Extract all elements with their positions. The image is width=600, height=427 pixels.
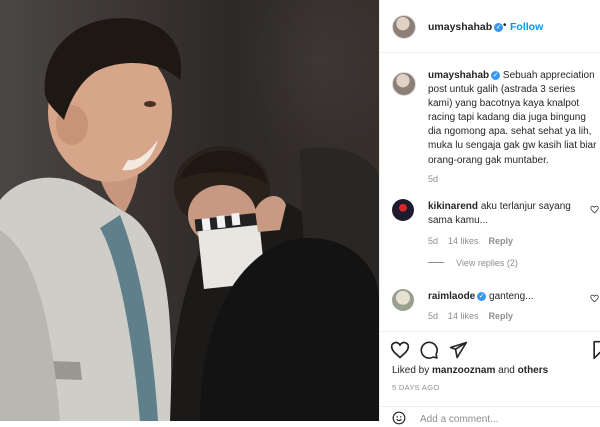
comment-likes-count[interactable]: 14 likes — [448, 236, 479, 246]
verified-badge-icon: ✓ — [477, 292, 487, 301]
like-heart-icon[interactable] — [390, 340, 410, 360]
comment-age[interactable]: 5d — [428, 311, 438, 321]
caption-age: 5d — [428, 174, 448, 184]
author-username-text[interactable]: umayshahab — [428, 21, 492, 33]
view-replies-button[interactable]: View replies (2) — [428, 258, 518, 268]
comment-kikinarend: kikinarend aku terlanjur sayang sama kam… — [428, 200, 593, 228]
comment-likes-count[interactable]: 14 likes — [448, 311, 479, 321]
liked-by-and: and — [498, 365, 515, 376]
caption-author-avatar[interactable] — [392, 72, 416, 96]
caption-author-username[interactable]: umayshahab — [428, 70, 489, 81]
save-bookmark-icon[interactable] — [590, 340, 600, 360]
post-header: umayshahab ✓ • Follow — [380, 0, 600, 53]
liked-by-prefix: Liked by — [392, 365, 430, 376]
replies-divider-line — [428, 262, 444, 263]
follow-button[interactable]: Follow — [510, 21, 543, 33]
comment-meta: 5d 14 likes Reply — [428, 311, 523, 321]
caption-age-text[interactable]: 5d — [428, 174, 438, 184]
author-username[interactable]: umayshahab ✓ — [428, 21, 504, 33]
share-send-icon[interactable] — [448, 340, 468, 360]
add-comment-bar[interactable]: Add a comment... — [380, 406, 600, 427]
separator-dot: • — [503, 20, 507, 31]
comment-text: ganteng... — [489, 291, 534, 302]
comment-meta: 5d 14 likes Reply — [428, 236, 523, 246]
liked-by-others[interactable]: others — [518, 365, 549, 376]
emoji-icon[interactable] — [392, 411, 406, 425]
liked-by-username[interactable]: manzooznam — [432, 365, 495, 376]
post-sidebar: umayshahab ✓ • Follow umayshahab ✓ Sebuah … — [379, 0, 600, 425]
comment-bubble-icon[interactable] — [419, 340, 439, 360]
add-comment-input[interactable]: Add a comment... — [420, 414, 498, 425]
post-date[interactable]: 5 DAYS AGO — [392, 383, 439, 392]
post-actions: Liked by manzooznam and others 5 DAYS AG… — [380, 331, 600, 425]
comment-like-heart-icon[interactable] — [590, 294, 599, 303]
verified-badge-icon: ✓ — [491, 71, 501, 80]
photo-scene — [0, 18, 379, 421]
reply-button[interactable]: Reply — [489, 236, 514, 246]
caption-text: Sebuah appreciation post untuk galih (as… — [428, 70, 597, 166]
comment-avatar[interactable] — [392, 199, 414, 221]
comment-avatar[interactable] — [392, 289, 414, 311]
comment-username[interactable]: kikinarend — [428, 201, 478, 212]
author-avatar[interactable] — [392, 15, 416, 39]
comment-username[interactable]: raimlaode — [428, 291, 475, 302]
comment-age[interactable]: 5d — [428, 236, 438, 246]
view-replies-label[interactable]: View replies (2) — [456, 258, 518, 268]
comment-like-heart-icon[interactable] — [590, 205, 599, 214]
liked-by-line: Liked by manzooznam and others — [392, 365, 548, 376]
comment-raimlaode: raimlaode ✓ ganteng... — [428, 290, 593, 304]
reply-button[interactable]: Reply — [489, 311, 514, 321]
verified-badge-icon: ✓ — [494, 23, 504, 32]
post-caption: umayshahab ✓ Sebuah appreciation post unt… — [428, 69, 598, 168]
post-photo[interactable] — [0, 0, 379, 421]
